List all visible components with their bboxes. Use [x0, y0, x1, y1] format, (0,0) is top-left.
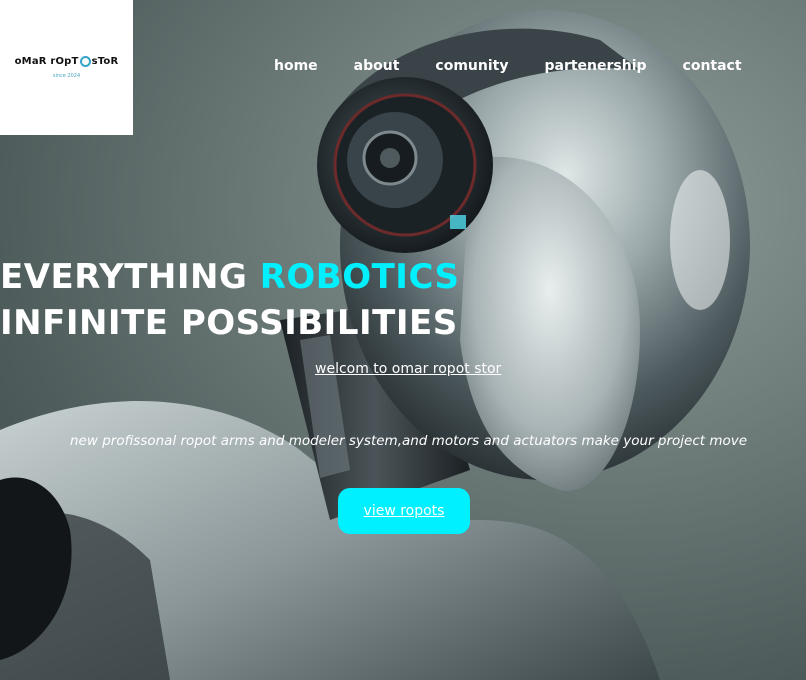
- logo-brand-part1: oMaR rOpT: [14, 56, 79, 67]
- gear-icon: [79, 56, 91, 67]
- main-nav: home about comunity partenership contact: [274, 58, 778, 74]
- nav-link-partenership[interactable]: partenership: [544, 58, 646, 74]
- view-robots-button[interactable]: view ropots: [338, 488, 470, 534]
- nav-link-home[interactable]: home: [274, 58, 318, 74]
- hero-section: oMaR rOpT sToR since 2024 home about com…: [0, 0, 806, 680]
- hero-headline: EVERYTHING ROBOTICS INFINITE POSSIBILITI…: [0, 254, 620, 346]
- headline-part1: EVERYTHING: [0, 257, 260, 297]
- logo-brand: oMaR rOpT sToR: [15, 56, 119, 67]
- logo[interactable]: oMaR rOpT sToR since 2024: [0, 0, 133, 135]
- hero-tagline: new profissonal ropot arms and modeler s…: [70, 433, 748, 449]
- nav-link-comunity[interactable]: comunity: [435, 58, 508, 74]
- logo-brand-part2: sToR: [91, 56, 119, 67]
- logo-since: since 2024: [52, 73, 81, 79]
- nav-link-contact[interactable]: contact: [683, 58, 742, 74]
- welcome-link[interactable]: welcom to omar ropot stor: [315, 361, 501, 377]
- headline-part2: INFINITE POSSIBILITIES: [0, 303, 458, 343]
- headline-accent: ROBOTICS: [259, 257, 460, 297]
- nav-link-about[interactable]: about: [354, 58, 400, 74]
